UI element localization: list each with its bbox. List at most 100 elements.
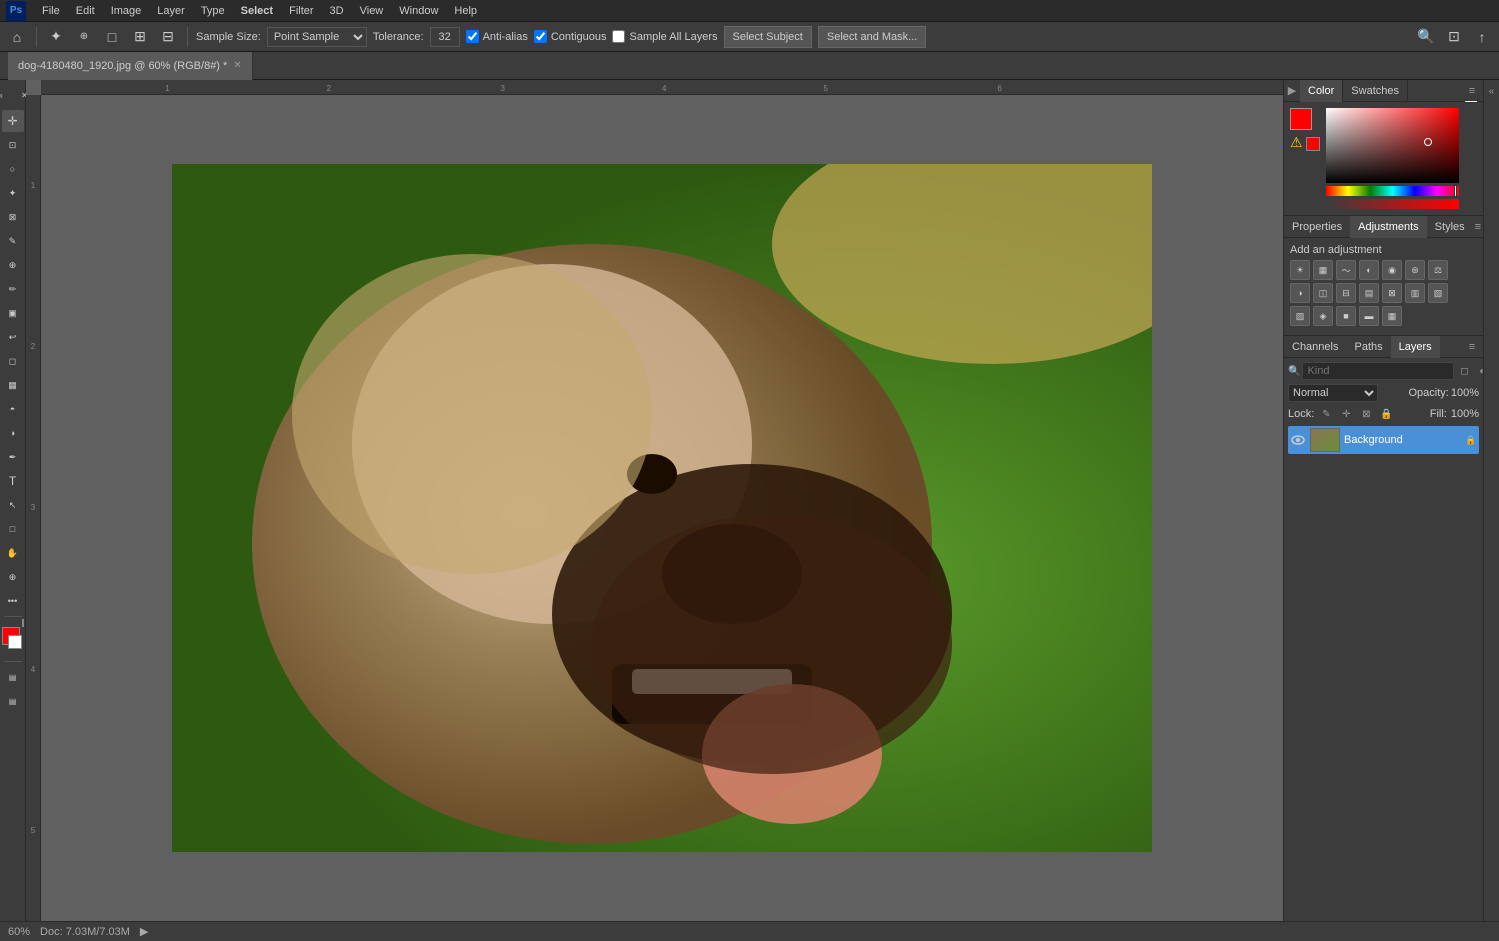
lock-position-icon[interactable]: ✛ (1338, 406, 1354, 422)
menu-edit[interactable]: Edit (70, 0, 101, 22)
search-icon[interactable]: 🔍 (1415, 26, 1437, 48)
select-and-mask-button[interactable]: Select and Mask... (818, 26, 927, 48)
path-select-tool[interactable]: ↖ (2, 494, 24, 516)
color-lookup-icon[interactable]: ▤ (1359, 283, 1379, 303)
home-icon[interactable]: ⌂ (6, 26, 28, 48)
menu-image[interactable]: Image (105, 0, 148, 22)
menu-3d[interactable]: 3D (324, 0, 350, 22)
layers-panel-menu-icon[interactable]: ≡ (1461, 336, 1483, 358)
background-color-swatch[interactable] (8, 635, 22, 649)
color-panel-menu-icon[interactable]: ≡ (1461, 80, 1483, 102)
black-white-icon[interactable]: ◑ (1290, 283, 1310, 303)
paths-tab[interactable]: Paths (1346, 336, 1390, 358)
add-selection-icon[interactable]: ⊞ (129, 26, 151, 48)
curves-icon[interactable]: 〜 (1336, 260, 1356, 280)
layer-visibility-icon[interactable] (1290, 432, 1306, 448)
menu-filter[interactable]: Filter (283, 0, 319, 22)
history-tool[interactable]: ↩ (2, 326, 24, 348)
color-panel-collapse[interactable]: ▶ (1284, 80, 1300, 102)
layer-background[interactable]: Background 🔒 (1288, 426, 1479, 454)
threshold-icon[interactable]: ▧ (1428, 283, 1448, 303)
share-icon[interactable]: ↑ (1471, 26, 1493, 48)
swatches-tab[interactable]: Swatches (1343, 80, 1408, 102)
lock-artboard-icon[interactable]: ⊠ (1358, 406, 1374, 422)
quick-select-tool[interactable]: ✦ (2, 182, 24, 204)
foreground-color-box[interactable] (1290, 108, 1312, 130)
lasso-tool[interactable]: ○ (2, 158, 24, 180)
color-balance-icon[interactable]: ⚖ (1428, 260, 1448, 280)
edit-toolbar-button[interactable]: ▤ (2, 666, 24, 688)
fill-value[interactable]: 100% (1451, 408, 1479, 420)
shape-tool[interactable]: □ (2, 518, 24, 540)
menu-help[interactable]: Help (448, 0, 483, 22)
text-tool[interactable]: T (2, 470, 24, 492)
document-canvas[interactable] (172, 164, 1152, 852)
menu-select[interactable]: Select (235, 0, 279, 22)
opacity-value[interactable]: 100% (1451, 387, 1479, 399)
workspace-icon[interactable]: ⊡ (1443, 26, 1465, 48)
clone-tool[interactable]: ▣ (2, 302, 24, 324)
vibrance-icon[interactable]: ◉ (1382, 260, 1402, 280)
crop-tool[interactable]: ⊠ (2, 206, 24, 228)
tab-close-icon[interactable]: ✕ (233, 60, 241, 71)
channel-mixer-icon[interactable]: ⊟ (1336, 283, 1356, 303)
move-tool[interactable]: ✛ (2, 110, 24, 132)
color-tab[interactable]: Color (1300, 80, 1343, 102)
posterize-icon[interactable]: ▥ (1405, 283, 1425, 303)
channels-tab[interactable]: Channels (1284, 336, 1346, 358)
photo-filter-icon[interactable]: ◫ (1313, 283, 1333, 303)
styles-tab[interactable]: Styles (1427, 216, 1473, 238)
pixel-filter-icon[interactable]: ◻ (1456, 363, 1472, 379)
collapse-tools-button[interactable]: « (0, 84, 12, 106)
levels-icon[interactable]: ▦ (1313, 260, 1333, 280)
color-cube-icon[interactable] (1306, 137, 1320, 151)
healing-tool[interactable]: ⊕ (2, 254, 24, 276)
quick-select-icon[interactable]: ⊕ (73, 26, 95, 48)
dodge-tool[interactable]: ◑ (2, 422, 24, 444)
eyedropper-tool[interactable]: ✎ (2, 230, 24, 252)
select-subject-button[interactable]: Select Subject (724, 26, 812, 48)
menu-window[interactable]: Window (393, 0, 444, 22)
new-selection-icon[interactable]: □ (101, 26, 123, 48)
adjustments-tab[interactable]: Adjustments (1350, 216, 1427, 238)
status-arrow[interactable]: ▶ (140, 925, 148, 938)
menu-view[interactable]: View (354, 0, 390, 22)
selection-tool[interactable]: ⊡ (2, 134, 24, 156)
selective-color-icon[interactable]: ◈ (1313, 306, 1333, 326)
adj-panel-menu-icon[interactable]: ≡ (1473, 216, 1483, 238)
menu-type[interactable]: Type (195, 0, 231, 22)
contiguous-checkbox[interactable] (534, 30, 547, 43)
menu-file[interactable]: File (36, 0, 66, 22)
sample-all-layers-checkbox[interactable] (612, 30, 625, 43)
layers-tab[interactable]: Layers (1391, 336, 1440, 358)
exposure-icon[interactable]: ◐ (1359, 260, 1379, 280)
hand-tool[interactable]: ✋ (2, 542, 24, 564)
zoom-tool[interactable]: ⊕ (2, 566, 24, 588)
gradient-fill-icon[interactable]: ▬ (1359, 306, 1379, 326)
lock-all-icon[interactable]: 🔒 (1378, 406, 1394, 422)
invert-icon[interactable]: ⊠ (1382, 283, 1402, 303)
brightness-contrast-icon[interactable]: ☀ (1290, 260, 1310, 280)
tool-presets-button[interactable]: ▤ (2, 690, 24, 712)
gradient-tool[interactable]: ▦ (2, 374, 24, 396)
subtract-selection-icon[interactable]: ⊟ (157, 26, 179, 48)
hue-spectrum-bar[interactable] (1326, 186, 1459, 196)
brush-tool[interactable]: ✏ (2, 278, 24, 300)
blend-mode-select[interactable]: Normal (1288, 384, 1378, 402)
blur-tool[interactable]: ◓ (2, 398, 24, 420)
lock-pixels-icon[interactable]: ✎ (1318, 406, 1334, 422)
tolerance-input[interactable] (430, 27, 460, 47)
alpha-bar[interactable] (1326, 199, 1459, 209)
pen-tool[interactable]: ✒ (2, 446, 24, 468)
magic-wand-icon[interactable]: ✦ (45, 26, 67, 48)
document-tab[interactable]: dog-4180480_1920.jpg @ 60% (RGB/8#) * ✕ (8, 52, 253, 80)
eraser-tool[interactable]: ◻ (2, 350, 24, 372)
color-gradient-picker[interactable] (1326, 108, 1459, 183)
layers-search-input[interactable] (1302, 362, 1454, 380)
more-tools-button[interactable]: ••• (2, 590, 24, 612)
hue-sat-icon[interactable]: ⊛ (1405, 260, 1425, 280)
menu-layer[interactable]: Layer (151, 0, 191, 22)
gradient-map-icon[interactable]: ▨ (1290, 306, 1310, 326)
pattern-fill-icon[interactable]: ▦ (1382, 306, 1402, 326)
collapse-right-panel-button[interactable]: « (1485, 84, 1499, 98)
